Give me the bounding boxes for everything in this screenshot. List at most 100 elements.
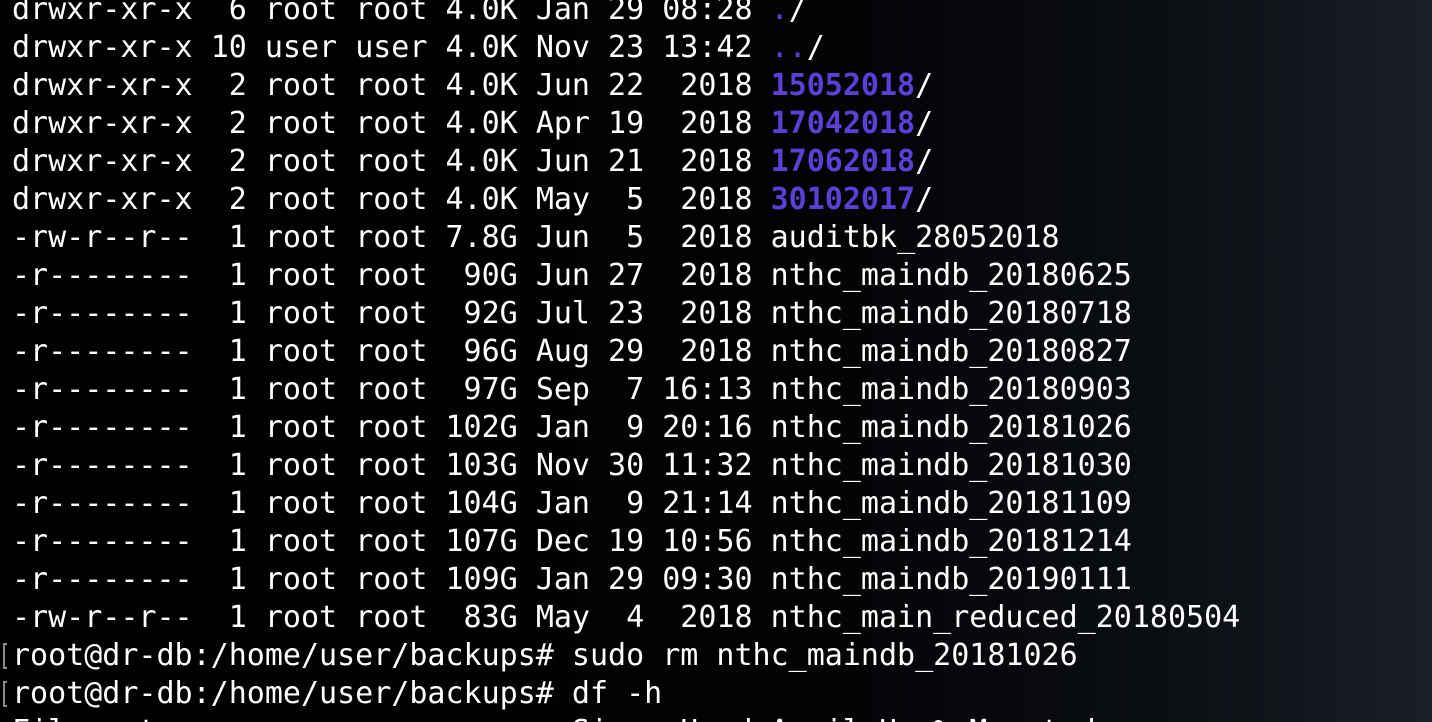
shell-command: df -h — [571, 676, 663, 711]
listing-perms: -r-------- — [12, 562, 193, 597]
listing-owner: root — [264, 182, 338, 217]
listing-group: root — [355, 144, 428, 179]
listing-owner: root — [264, 562, 338, 597]
listing-name: nthc_maindb_20181030 — [770, 448, 1132, 483]
listing-size: 83G — [445, 600, 518, 635]
listing-date: Jan 9 21:14 — [535, 486, 753, 521]
prompt-marker-icon — [3, 681, 7, 707]
listing-name: 15052018 — [770, 68, 916, 103]
listing-owner: root — [264, 296, 338, 331]
listing-size: 92G — [445, 296, 518, 331]
listing-name: nthc_maindb_20181109 — [770, 486, 1132, 521]
listing-links: 6 — [210, 0, 247, 27]
listing-links: 1 — [210, 486, 247, 521]
listing-date: Nov 23 13:42 — [535, 30, 753, 65]
listing-line: -rw-r--r-- 1 root root 83G May 4 2018 nt… — [12, 599, 1432, 637]
listing-date: Jun 5 2018 — [535, 220, 753, 255]
listing-perms: drwxr-xr-x — [12, 106, 193, 141]
listing-date: Jan 9 20:16 — [535, 410, 753, 445]
listing-links: 1 — [210, 562, 247, 597]
listing-date: May 5 2018 — [535, 182, 753, 217]
listing-name: nthc_maindb_20180625 — [770, 258, 1132, 293]
listing-date: Jan 29 08:28 — [535, 0, 753, 27]
listing-line: -r-------- 1 root root 104G Jan 9 21:14 … — [12, 485, 1432, 523]
listing-links: 1 — [210, 296, 247, 331]
listing-owner: user — [264, 30, 338, 65]
listing-date: May 4 2018 — [535, 600, 753, 635]
shell-prompt: root@dr-db:/home/user/backups# — [12, 676, 572, 711]
listing-size: 103G — [445, 448, 518, 483]
listing-suffix: / — [915, 182, 934, 217]
listing-size: 102G — [445, 410, 518, 445]
prompt-line: root@dr-db:/home/user/backups# df -h — [3, 675, 1432, 713]
listing-perms: -r-------- — [12, 372, 193, 407]
listing-perms: -r-------- — [12, 486, 193, 521]
listing-size: 90G — [445, 258, 518, 293]
listing-links: 2 — [210, 68, 247, 103]
listing-group: root — [355, 182, 428, 217]
listing-perms: -r-------- — [12, 296, 193, 331]
prompt-line: root@dr-db:/home/user/backups# sudo rm n… — [3, 637, 1432, 675]
listing-perms: -r-------- — [12, 448, 193, 483]
listing-perms: -r-------- — [12, 334, 193, 369]
listing-suffix: / — [788, 0, 807, 27]
listing-perms: -r-------- — [12, 410, 193, 445]
listing-line: -rw-r--r-- 1 root root 7.8G Jun 5 2018 a… — [12, 219, 1432, 257]
listing-links: 1 — [210, 334, 247, 369]
listing-size: 4.0K — [445, 68, 518, 103]
listing-size: 104G — [445, 486, 518, 521]
listing-group: root — [355, 524, 428, 559]
listing-group: user — [355, 30, 428, 65]
listing-group: root — [355, 68, 428, 103]
listing-line: -r-------- 1 root root 97G Sep 7 16:13 n… — [12, 371, 1432, 409]
listing-date: Nov 30 11:32 — [535, 448, 753, 483]
listing-group: root — [355, 448, 428, 483]
listing-owner: root — [264, 0, 338, 27]
listing-group: root — [355, 410, 428, 445]
listing-owner: root — [264, 486, 338, 521]
listing-size: 4.0K — [445, 0, 518, 27]
listing-links: 2 — [210, 144, 247, 179]
listing-perms: -rw-r--r-- — [12, 220, 193, 255]
listing-size: 4.0K — [445, 144, 518, 179]
listing-date: Apr 19 2018 — [535, 106, 753, 141]
listing-group: root — [355, 334, 428, 369]
listing-group: root — [355, 0, 428, 27]
listing-group: root — [355, 372, 428, 407]
listing-name: nthc_maindb_20180827 — [770, 334, 1132, 369]
listing-owner: root — [264, 600, 338, 635]
listing-name: nthc_maindb_20180903 — [770, 372, 1132, 407]
listing-name: nthc_maindb_20181214 — [770, 524, 1132, 559]
listing-name: nthc_maindb_20181026 — [770, 410, 1132, 445]
listing-owner: root — [264, 220, 338, 255]
listing-perms: drwxr-xr-x — [12, 0, 193, 27]
listing-group: root — [355, 486, 428, 521]
listing-size: 4.0K — [445, 30, 518, 65]
listing-suffix: / — [915, 106, 934, 141]
listing-links: 1 — [210, 372, 247, 407]
listing-perms: drwxr-xr-x — [12, 182, 193, 217]
listing-name: nthc_maindb_20190111 — [770, 562, 1132, 597]
listing-date: Jun 27 2018 — [535, 258, 753, 293]
listing-links: 1 — [210, 258, 247, 293]
listing-line: drwxr-xr-x 2 root root 4.0K May 5 2018 3… — [12, 181, 1432, 219]
terminal-window[interactable]: drwxr-xr-x 6 root root 4.0K Jan 29 08:28… — [0, 0, 1432, 722]
listing-owner: root — [264, 410, 338, 445]
listing-name: auditbk_28052018 — [770, 220, 1060, 255]
shell-prompt: root@dr-db:/home/user/backups# — [12, 638, 572, 673]
listing-line: -r-------- 1 root root 109G Jan 29 09:30… — [12, 561, 1432, 599]
listing-owner: root — [264, 106, 338, 141]
listing-perms: drwxr-xr-x — [12, 30, 193, 65]
listing-perms: -r-------- — [12, 524, 193, 559]
listing-name: . — [770, 0, 789, 27]
listing-links: 10 — [210, 30, 247, 65]
listing-name: .. — [770, 30, 807, 65]
listing-links: 1 — [210, 524, 247, 559]
listing-name: nthc_main_reduced_20180504 — [770, 600, 1241, 635]
listing-date: Jul 23 2018 — [535, 296, 753, 331]
listing-suffix: / — [915, 144, 934, 179]
listing-line: drwxr-xr-x 2 root root 4.0K Jun 22 2018 … — [12, 67, 1432, 105]
listing-size: 4.0K — [445, 182, 518, 217]
listing-date: Jun 21 2018 — [535, 144, 753, 179]
listing-line: -r-------- 1 root root 90G Jun 27 2018 n… — [12, 257, 1432, 295]
